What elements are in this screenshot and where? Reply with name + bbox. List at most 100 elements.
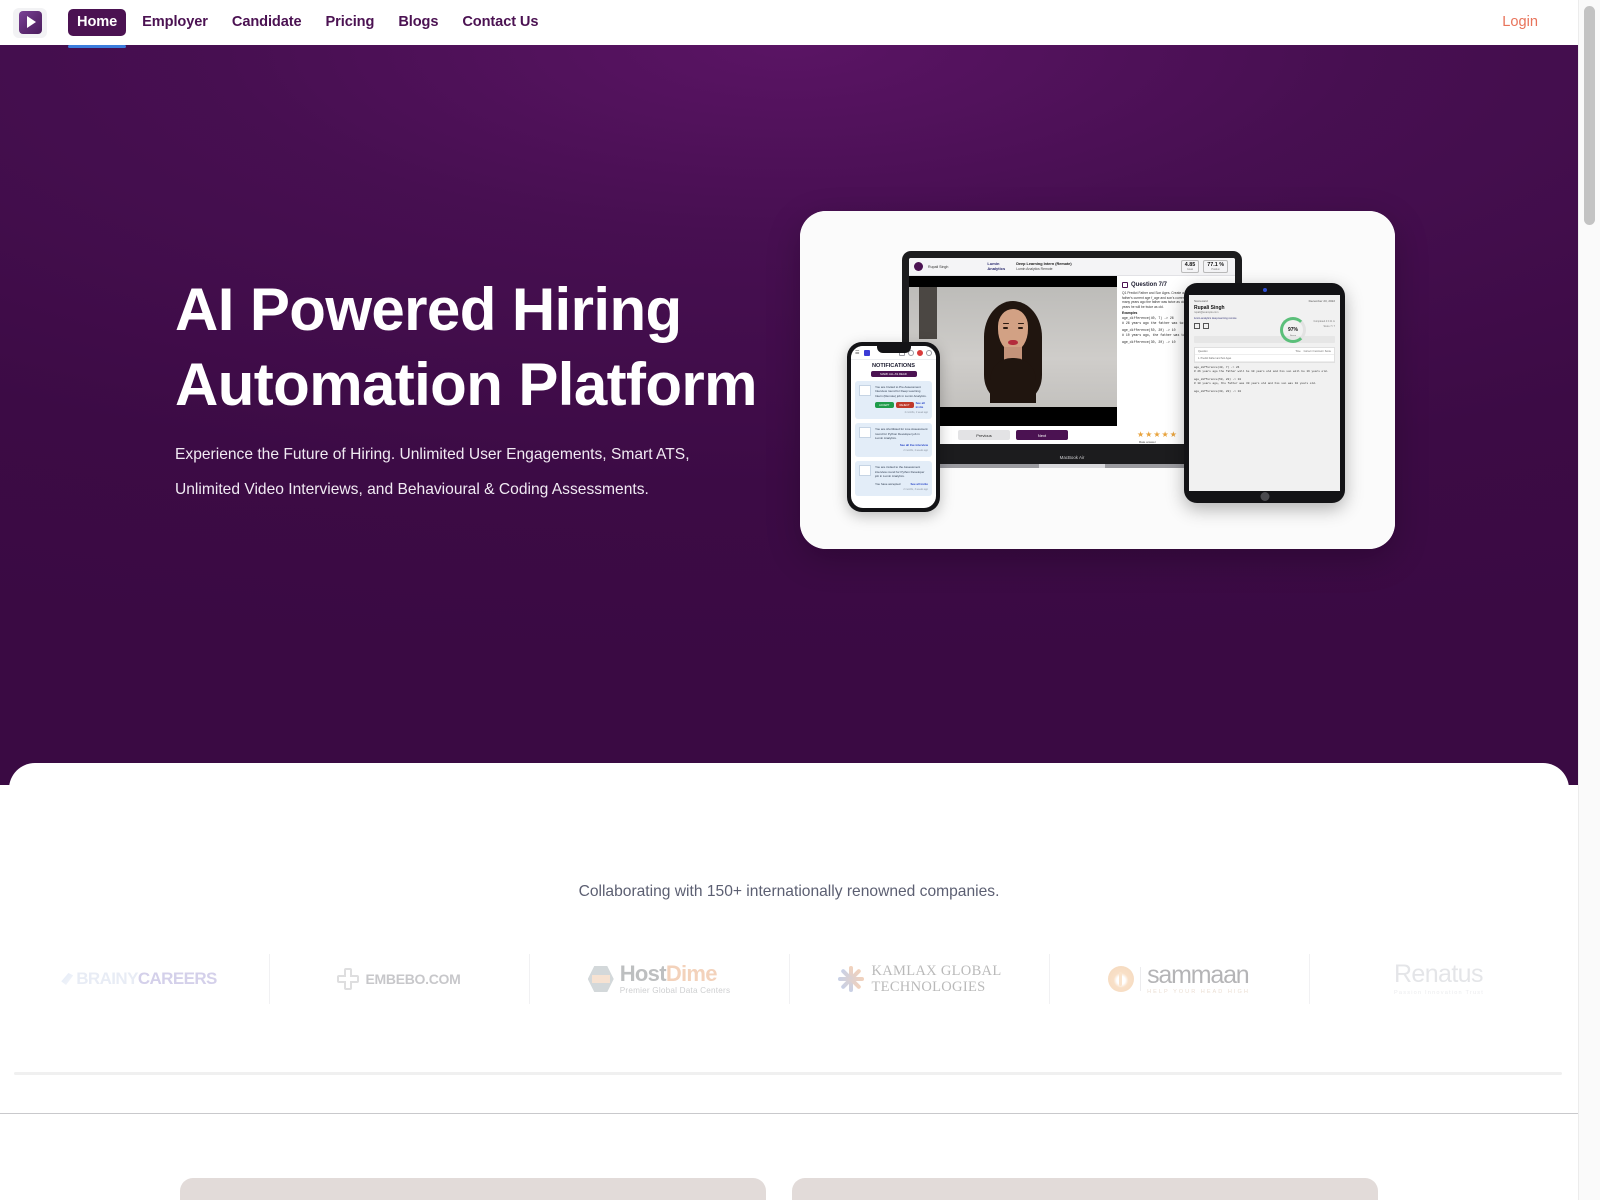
preview-card-left[interactable] xyxy=(180,1178,766,1200)
notification-time: 2 months, 3 weeks ago xyxy=(903,488,928,492)
notification-sublabel: You have accepted xyxy=(875,481,901,486)
login-link[interactable]: Login xyxy=(1502,0,1538,45)
score-ring-label: Score xyxy=(1289,335,1297,337)
hero-title: AI Powered Hiring Automation Platform xyxy=(175,272,815,422)
laptop-brand: Lumin Analytics xyxy=(987,261,1006,271)
client-logo-sammaan: sammaan HELP YOUR HEAD HIGH xyxy=(1049,948,1309,1010)
vertical-scrollbar[interactable] xyxy=(1578,0,1600,1200)
sammaan-divider xyxy=(1140,967,1142,991)
play-logo-icon xyxy=(18,11,42,34)
page-root: Home Employer Candidate Pricing Blogs Co… xyxy=(0,0,1600,1200)
client-logo-brainycareers: BRAINYCAREERS xyxy=(9,948,269,1010)
notification-list: You are Invited to Pre Assessment Interv… xyxy=(851,381,936,497)
reject-button[interactable]: REJECT xyxy=(895,402,914,409)
client-logo-row: BRAINYCAREERS EMBEBO.COM HostDime Premie… xyxy=(9,948,1569,1010)
score-label: Great xyxy=(1186,268,1193,271)
notification-thumb xyxy=(859,385,871,396)
laptop-model-label: MacBook Air xyxy=(1059,455,1085,460)
renatus-tagline: Passion Innovation Trust xyxy=(1393,990,1485,996)
sammaan-sun-icon xyxy=(1108,966,1135,992)
tablet-home-button[interactable] xyxy=(1260,491,1269,501)
brainycareers-swoosh-icon xyxy=(61,973,74,985)
previous-button[interactable]: Previous xyxy=(958,430,1010,440)
score-stat: Score 7 / 7 xyxy=(1323,325,1335,328)
score-ring-value: 97% xyxy=(1287,327,1298,333)
mark-all-read-button[interactable]: MARK ALL AS READ xyxy=(870,371,917,377)
nav-item-home[interactable]: Home xyxy=(68,9,127,48)
list-item[interactable]: You are invited to the Assessment interv… xyxy=(855,461,932,497)
client-logo-kamlax: KAMLAX GLOBAL TECHNOLOGIES xyxy=(789,948,1049,1010)
see-all-link[interactable]: See all live interview xyxy=(900,443,928,447)
brand-line-2: Analytics xyxy=(987,265,1006,271)
next-button[interactable]: Next xyxy=(1016,430,1068,440)
hero-subtitle-line-2: Unlimited Video Interviews, and Behaviou… xyxy=(175,481,649,498)
sammaan-wordmark: sammaan xyxy=(1147,960,1250,989)
app-logo-icon xyxy=(864,349,871,356)
laptop-notch xyxy=(1039,464,1105,468)
interview-controls: Previous Next xyxy=(909,426,1117,444)
notification-text: You are shortlisted for Live Assessment … xyxy=(875,427,928,441)
nav-item-candidate[interactable]: Candidate xyxy=(220,0,314,45)
job-title-text: Deep Learning Intern (Remote) xyxy=(1016,261,1072,266)
table-row-question: 1. Predict Father and Son Ages xyxy=(1198,356,1232,360)
renatus-wordmark: Renatus xyxy=(1393,960,1484,988)
question-icon xyxy=(1122,282,1128,288)
notification-thumb xyxy=(859,427,871,439)
hamburger-icon[interactable]: ☰ xyxy=(855,350,859,356)
scorecard-date: December 23, 2022 xyxy=(1308,299,1335,303)
notification-bell-icon[interactable] xyxy=(917,349,923,356)
tablet-side-stats: Completed 4 h 21 m Score 7 / 7 xyxy=(1313,319,1335,329)
score-badge: 4.85 Great xyxy=(1180,260,1200,273)
hostdime-wordmark: HostDime xyxy=(619,960,718,986)
tablet-code-block: age_difference(40, 7) -> 26 # 26 years a… xyxy=(1194,366,1329,393)
laptop-user-name: Rupali Singh xyxy=(928,264,949,269)
job-company-text: Lumin Analytics Remote xyxy=(1016,266,1053,271)
nav-item-employer[interactable]: Employer xyxy=(130,0,220,45)
hostdime-tagline: Premier Global Data Centers xyxy=(619,985,731,995)
see-all-link[interactable]: See all invite xyxy=(910,482,928,486)
notification-time: 2 months, 2 weeks ago xyxy=(903,449,928,453)
kamlax-star-icon xyxy=(837,965,865,993)
score-ring: 97% Score xyxy=(1280,317,1306,343)
share-icon[interactable] xyxy=(1203,323,1209,329)
preview-card-right[interactable] xyxy=(792,1178,1378,1200)
profile-icon[interactable] xyxy=(926,349,932,356)
nav-item-pricing[interactable]: Pricing xyxy=(314,0,387,45)
tablet-camera-icon xyxy=(1262,288,1267,292)
nav-links: Home Employer Candidate Pricing Blogs Co… xyxy=(68,0,550,48)
see-all-link[interactable]: See all invite xyxy=(916,401,928,409)
percent-label: Position xyxy=(1211,268,1220,271)
site-logo[interactable] xyxy=(13,7,47,38)
download-icon[interactable] xyxy=(1194,323,1200,329)
tablet-header: Scorecard December 23, 2022 xyxy=(1189,295,1340,305)
candidate-video-figure xyxy=(984,301,1042,407)
notification-time: 2 months, 1 week ago xyxy=(904,411,928,415)
scorecard-label: Scorecard xyxy=(1194,299,1208,303)
examples-label: Examples xyxy=(1122,311,1138,316)
tablet-filter-bar xyxy=(1194,336,1335,343)
next-section-preview xyxy=(0,1114,1578,1200)
table-row[interactable]: 1. Predict Father and Son Ages xyxy=(1195,355,1334,362)
hero-title-line-1: AI Powered Hiring xyxy=(175,276,682,343)
top-navbar: Home Employer Candidate Pricing Blogs Co… xyxy=(0,0,1578,48)
rating-label: Rate answer xyxy=(1139,440,1156,444)
hero-subtitle: Experience the Future of Hiring. Unlimit… xyxy=(175,437,775,507)
client-logo-hostdime: HostDime Premier Global Data Centers xyxy=(529,948,789,1010)
scrollbar-thumb[interactable] xyxy=(1584,6,1595,225)
avatar xyxy=(914,262,923,271)
hero-subtitle-line-1: Experience the Future of Hiring. Unlimit… xyxy=(175,446,690,463)
nav-item-contact-us[interactable]: Contact Us xyxy=(450,0,550,45)
embebo-cross-icon xyxy=(337,968,360,990)
accept-button[interactable]: ACCEPT xyxy=(875,402,894,409)
list-item[interactable]: You are shortlisted for Live Assessment … xyxy=(855,423,932,458)
nav-item-blogs[interactable]: Blogs xyxy=(386,0,450,45)
laptop-job-title: Deep Learning Intern (Remote) Lumin Anal… xyxy=(1016,262,1071,271)
brainycareers-wordmark: BRAINYCAREERS xyxy=(76,969,217,988)
phone-mockup: ☰ NOTIFICATIONS MARK ALL AS READ You are… xyxy=(847,342,940,512)
tablet-report-table: Question Time Correct / Incorrect / Scor… xyxy=(1194,347,1335,363)
list-item[interactable]: You are Invited to Pre Assessment Interv… xyxy=(855,381,932,420)
phone-page-title: NOTIFICATIONS xyxy=(871,363,916,369)
rating-stars[interactable]: ★★★★★ xyxy=(1137,430,1178,439)
table-col-time: Time xyxy=(1295,349,1301,353)
laptop-topbar: Rupali Singh Lumin Analytics Deep Learni… xyxy=(909,258,1235,276)
